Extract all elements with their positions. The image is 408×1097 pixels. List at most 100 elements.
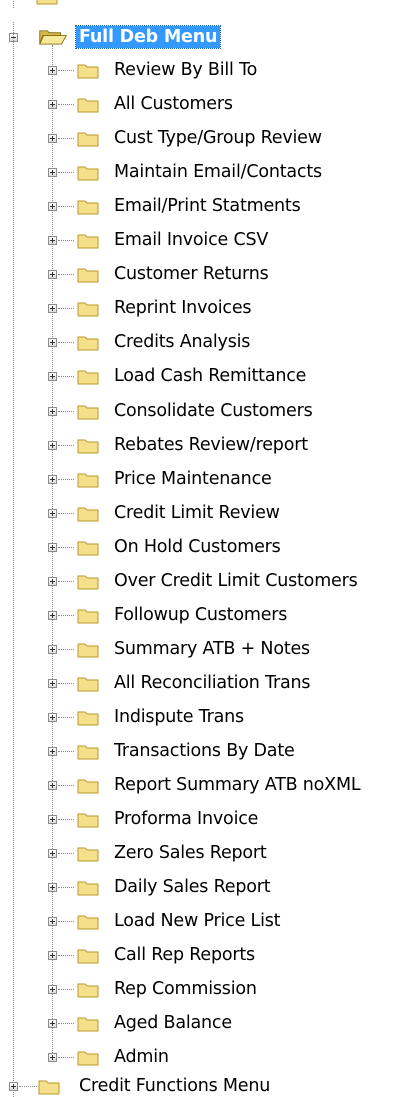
tree-node-child[interactable]: Report Summary ATB noXML [0, 774, 408, 796]
tree-node-child[interactable]: Daily Sales Report [0, 876, 408, 898]
tree-node-child[interactable]: Rebates Review/report [0, 434, 408, 456]
tree-node-child[interactable]: Load Cash Remittance [0, 365, 408, 387]
plus-expander-icon[interactable] [48, 577, 57, 586]
tree-node-label[interactable]: Email Invoice CSV [114, 229, 268, 251]
tree-node-label[interactable]: Credit Limit Review [114, 502, 280, 524]
plus-expander-icon[interactable] [48, 917, 57, 926]
tree-node-child[interactable]: Consolidate Customers [0, 400, 408, 422]
tree-node-child[interactable]: Proforma Invoice [0, 808, 408, 830]
tree-node-child[interactable]: Over Credit Limit Customers [0, 570, 408, 592]
tree-connector-line [58, 240, 74, 241]
root-node-label[interactable]: Full Deb Menu [74, 25, 222, 49]
plus-expander-icon[interactable] [48, 951, 57, 960]
plus-expander-icon[interactable] [48, 713, 57, 722]
tree-node-child[interactable]: Zero Sales Report [0, 842, 408, 864]
tree-node-label[interactable]: Call Rep Reports [114, 944, 255, 966]
tree-node-label[interactable]: Summary ATB + Notes [114, 638, 310, 660]
tree-node-label[interactable]: All Customers [114, 93, 233, 115]
plus-expander-icon[interactable] [48, 985, 57, 994]
tree-node-child[interactable]: Admin [0, 1046, 408, 1068]
plus-expander-icon[interactable] [48, 304, 57, 313]
tree-node-child[interactable]: All Reconciliation Trans [0, 672, 408, 694]
tree-node-child[interactable]: Review By Bill To [0, 59, 408, 81]
tree-node-child[interactable]: On Hold Customers [0, 536, 408, 558]
plus-expander-icon[interactable] [48, 100, 57, 109]
tree-node-child[interactable]: Followup Customers [0, 604, 408, 626]
tree-node-child[interactable]: Aged Balance [0, 1012, 408, 1034]
tree-node-label[interactable]: All Reconciliation Trans [114, 672, 310, 694]
tree-node-child[interactable]: Price Maintenance [0, 468, 408, 490]
plus-expander-icon[interactable] [9, 1082, 18, 1091]
tree-node-child[interactable]: Credit Limit Review [0, 502, 408, 524]
plus-expander-icon[interactable] [48, 407, 57, 416]
tree-node-label[interactable]: Aged Balance [114, 1012, 232, 1034]
tree-node-label[interactable]: Proforma Invoice [114, 808, 258, 830]
tree-node-child[interactable]: All Customers [0, 93, 408, 115]
plus-expander-icon[interactable] [48, 781, 57, 790]
plus-expander-icon[interactable] [48, 236, 57, 245]
plus-expander-icon[interactable] [48, 372, 57, 381]
plus-expander-icon[interactable] [48, 883, 57, 892]
plus-expander-icon[interactable] [48, 270, 57, 279]
tree-node-label[interactable]: Rebates Review/report [114, 434, 308, 456]
plus-expander-icon[interactable] [48, 66, 57, 75]
plus-expander-icon[interactable] [48, 611, 57, 620]
plus-expander-icon[interactable] [48, 679, 57, 688]
tree-node-label[interactable]: Load Cash Remittance [114, 365, 306, 387]
tree-node-label[interactable]: Over Credit Limit Customers [114, 570, 358, 592]
plus-expander-icon[interactable] [48, 1053, 57, 1062]
tree-node-label[interactable]: Consolidate Customers [114, 400, 313, 422]
plus-expander-icon[interactable] [48, 1019, 57, 1028]
folder-icon [77, 507, 99, 522]
tree-node-label[interactable]: Price Maintenance [114, 468, 272, 490]
plus-expander-icon[interactable] [48, 849, 57, 858]
tree-node-child[interactable]: Rep Commission [0, 978, 408, 1000]
tree-node-child[interactable]: Email Invoice CSV [0, 229, 408, 251]
tree-node-child[interactable]: Transactions By Date [0, 740, 408, 762]
tree-node-credit-functions[interactable]: Credit Functions Menu [0, 1075, 408, 1097]
tree-node-label[interactable]: Followup Customers [114, 604, 287, 626]
tree-node-child[interactable]: Call Rep Reports [0, 944, 408, 966]
plus-expander-icon[interactable] [48, 475, 57, 484]
tree-node-child[interactable]: Summary ATB + Notes [0, 638, 408, 660]
tree-node-label[interactable]: Email/Print Statments [114, 195, 301, 217]
tree-node-label[interactable]: Review By Bill To [114, 59, 257, 81]
tree-node-label[interactable]: Load New Price List [114, 910, 281, 932]
tree-node-child[interactable]: Load New Price List [0, 910, 408, 932]
plus-expander-icon[interactable] [48, 509, 57, 518]
tree-node-label[interactable]: On Hold Customers [114, 536, 281, 558]
plus-expander-icon[interactable] [48, 543, 57, 552]
tree-node-child[interactable]: Cust Type/Group Review [0, 127, 408, 149]
tree-node-child[interactable]: Indispute Trans [0, 706, 408, 728]
tree-node-child[interactable]: Reprint Invoices [0, 297, 408, 319]
tree-node-label[interactable]: Maintain Email/Contacts [114, 161, 322, 183]
tree-node-label[interactable]: Credits Analysis [114, 331, 250, 353]
tree-node-label[interactable]: Rep Commission [114, 978, 257, 1000]
tree-connector-line [58, 717, 74, 718]
tree-node-label[interactable]: Report Summary ATB noXML [114, 774, 361, 796]
plus-expander-icon[interactable] [48, 168, 57, 177]
tree-node-label[interactable]: Credit Functions Menu [79, 1075, 270, 1097]
tree-node-child[interactable]: Customer Returns [0, 263, 408, 285]
plus-expander-icon[interactable] [48, 747, 57, 756]
tree-node-label[interactable]: Transactions By Date [114, 740, 295, 762]
tree-connector-line [58, 411, 74, 412]
tree-node-child[interactable]: Email/Print Statments [0, 195, 408, 217]
tree-node-root[interactable]: Full Deb Menu [0, 25, 408, 49]
tree-node-label[interactable]: Cust Type/Group Review [114, 127, 322, 149]
tree-node-label[interactable]: Customer Returns [114, 263, 269, 285]
plus-expander-icon[interactable] [48, 202, 57, 211]
plus-expander-icon[interactable] [48, 441, 57, 450]
folder-icon [77, 98, 99, 113]
tree-node-child[interactable]: Credits Analysis [0, 331, 408, 353]
plus-expander-icon[interactable] [48, 815, 57, 824]
tree-node-label[interactable]: Indispute Trans [114, 706, 244, 728]
plus-expander-icon[interactable] [48, 338, 57, 347]
plus-expander-icon[interactable] [48, 134, 57, 143]
tree-node-label[interactable]: Daily Sales Report [114, 876, 271, 898]
tree-node-label[interactable]: Admin [114, 1046, 169, 1068]
tree-node-child[interactable]: Maintain Email/Contacts [0, 161, 408, 183]
tree-node-label[interactable]: Zero Sales Report [114, 842, 267, 864]
plus-expander-icon[interactable] [48, 645, 57, 654]
tree-node-label[interactable]: Reprint Invoices [114, 297, 252, 319]
